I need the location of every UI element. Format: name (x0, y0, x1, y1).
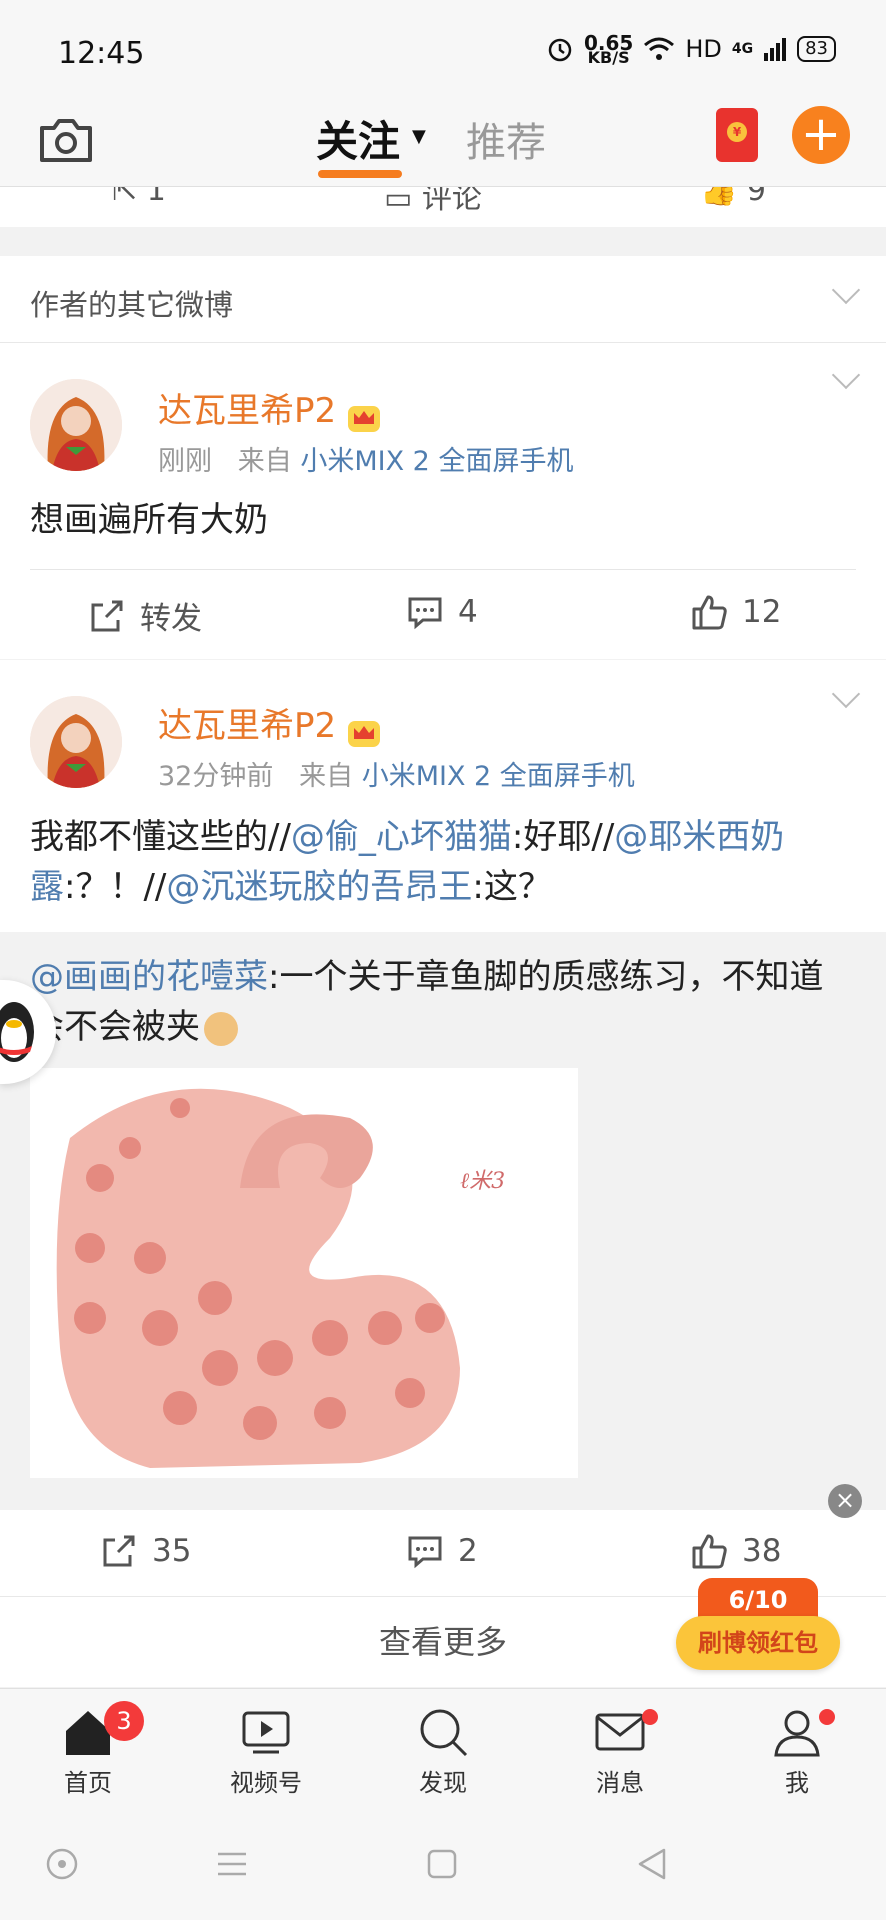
camera-icon[interactable] (36, 110, 96, 170)
profile-icon (774, 1710, 820, 1757)
prev-comment-button[interactable]: ▭ 评论 (384, 187, 482, 217)
like-button[interactable]: 12 (690, 593, 781, 631)
bottom-navigation: 首页 3 视频号 发现 消息 我 (0, 1688, 886, 1809)
unread-dot (642, 1709, 658, 1725)
avatar[interactable] (30, 696, 122, 788)
post-time: 刚刚 (158, 446, 212, 477)
network-speed: 0.65 KB/S (583, 31, 634, 67)
crown-badge-icon (348, 405, 381, 432)
comment-icon (408, 1536, 442, 1569)
previous-post-actions: ⇱ 1 ▭ 评论 👍 9 (0, 187, 886, 227)
search-icon (420, 1709, 468, 1757)
menu-icon[interactable] (214, 1846, 250, 1882)
svg-text:ℓ米3: ℓ米3 (460, 1169, 505, 1194)
notification-badge: 3 (104, 1701, 144, 1741)
status-icons: 0.65 KB/S HD 4G 83 (546, 31, 836, 67)
coin-icon: ¥ (727, 122, 747, 142)
post-meta: 刚刚 来自 小米MIX 2 全面屏手机 (158, 439, 573, 478)
post-meta: 32分钟前 来自 小米MIX 2 全面屏手机 (158, 754, 635, 793)
comment-button[interactable]: 4 (406, 593, 478, 631)
video-icon (242, 1711, 290, 1754)
post-card: 达瓦里希P2 刚刚 来自 小米MIX 2 全面屏手机 想画遍所有大奶 转发 4 … (0, 343, 886, 659)
close-icon[interactable]: × (828, 1484, 862, 1518)
repost-button[interactable]: 转发 (88, 593, 202, 638)
nav-discover[interactable]: 发现 (383, 1705, 503, 1798)
system-navigation-bar (0, 1808, 886, 1920)
username[interactable]: 达瓦里希P2 (158, 706, 336, 746)
crown-badge-icon (348, 720, 381, 747)
quoted-text: @画画的花噎菜:一个关于章鱼脚的质感练习，不知道会不会被夹 (30, 957, 824, 1047)
doge-emoji-icon (204, 1011, 238, 1046)
nav-video[interactable]: 视频号 (206, 1705, 326, 1798)
tab-recommend[interactable]: 推荐 (466, 110, 546, 168)
avatar-image (30, 379, 122, 471)
home-square-icon[interactable] (424, 1846, 460, 1882)
username[interactable]: 达瓦里希P2 (158, 391, 336, 431)
assistant-icon[interactable] (44, 1846, 80, 1882)
divider (30, 569, 856, 570)
post-source[interactable]: 小米MIX 2 全面屏手机 (300, 446, 573, 477)
repost-icon (91, 600, 123, 631)
unread-dot (819, 1709, 835, 1725)
post-image[interactable]: ℓ米3 (30, 1068, 578, 1478)
chevron-down-icon[interactable] (831, 275, 861, 305)
red-packet-promo-button[interactable]: 刷博领红包 (676, 1616, 840, 1670)
nav-me[interactable]: 我 (737, 1705, 857, 1798)
active-tab-indicator (318, 170, 402, 178)
prev-repost-button[interactable]: ⇱ 1 (112, 187, 166, 208)
comment-icon (408, 597, 442, 630)
compose-button[interactable]: + (792, 106, 850, 164)
chevron-down-icon[interactable] (831, 360, 861, 390)
signal-icon (764, 38, 787, 61)
post-author[interactable]: 达瓦里希P2 (158, 698, 381, 748)
from-label: 来自 (237, 446, 292, 477)
other-posts-header[interactable]: 作者的其它微博 (0, 256, 886, 343)
repost-icon (103, 1535, 135, 1567)
network-type: 4G (731, 41, 754, 57)
nav-messages[interactable]: 消息 (560, 1705, 680, 1798)
battery-indicator: 83 (797, 36, 836, 62)
mail-icon (595, 1713, 645, 1751)
quoted-post[interactable]: @画画的花噎菜:一个关于章鱼脚的质感练习，不知道会不会被夹 ℓ米3 (0, 932, 886, 1510)
top-navigation: 关注 ▼ 推荐 ¥ + (0, 100, 886, 187)
repost-button[interactable]: 35 (100, 1532, 191, 1570)
avatar[interactable] (30, 379, 122, 471)
status-bar: 12:45 0.65 KB/S HD 4G 83 (0, 0, 886, 100)
comment-button[interactable]: 2 (406, 1532, 478, 1570)
like-button[interactable]: 38 (690, 1532, 781, 1570)
caret-down-icon[interactable]: ▼ (412, 126, 426, 147)
post-text: 想画遍所有大奶 (30, 500, 268, 540)
mention-link[interactable]: @沉迷玩胶的吾昂王 (166, 867, 472, 907)
avatar-image (30, 696, 122, 788)
hd-indicator: HD (685, 35, 722, 63)
tentacle-illustration: ℓ米3 (30, 1068, 578, 1478)
alarm-icon (548, 38, 572, 62)
mention-link[interactable]: @偷_心坏猫猫 (291, 817, 512, 857)
mention-link[interactable]: @画画的花噎菜 (30, 957, 268, 997)
back-icon[interactable] (634, 1846, 670, 1882)
chevron-down-icon[interactable] (831, 679, 861, 709)
post-source[interactable]: 小米MIX 2 全面屏手机 (362, 761, 635, 792)
post-text: 我都不懂这些的//@偷_心坏猫猫:好耶//@耶米西奶露:？！//@沉迷玩胶的吾昂… (30, 817, 785, 907)
post-author[interactable]: 达瓦里希P2 (158, 383, 381, 433)
from-label: 来自 (299, 761, 354, 792)
section-title: 作者的其它微博 (30, 288, 234, 322)
thumbs-up-icon (692, 595, 727, 630)
thumbs-up-icon (692, 1534, 727, 1569)
post-time: 32分钟前 (158, 761, 274, 792)
status-time: 12:45 (58, 36, 145, 71)
post-card: 达瓦里希P2 32分钟前 来自 小米MIX 2 全面屏手机 我都不懂这些的//@… (0, 660, 886, 932)
red-packet-icon[interactable]: ¥ (716, 108, 758, 162)
nav-home[interactable]: 首页 3 (28, 1701, 148, 1798)
prev-like-button[interactable]: 👍 9 (700, 187, 766, 208)
wifi-icon (644, 37, 675, 60)
tab-follow[interactable]: 关注 (316, 108, 400, 169)
